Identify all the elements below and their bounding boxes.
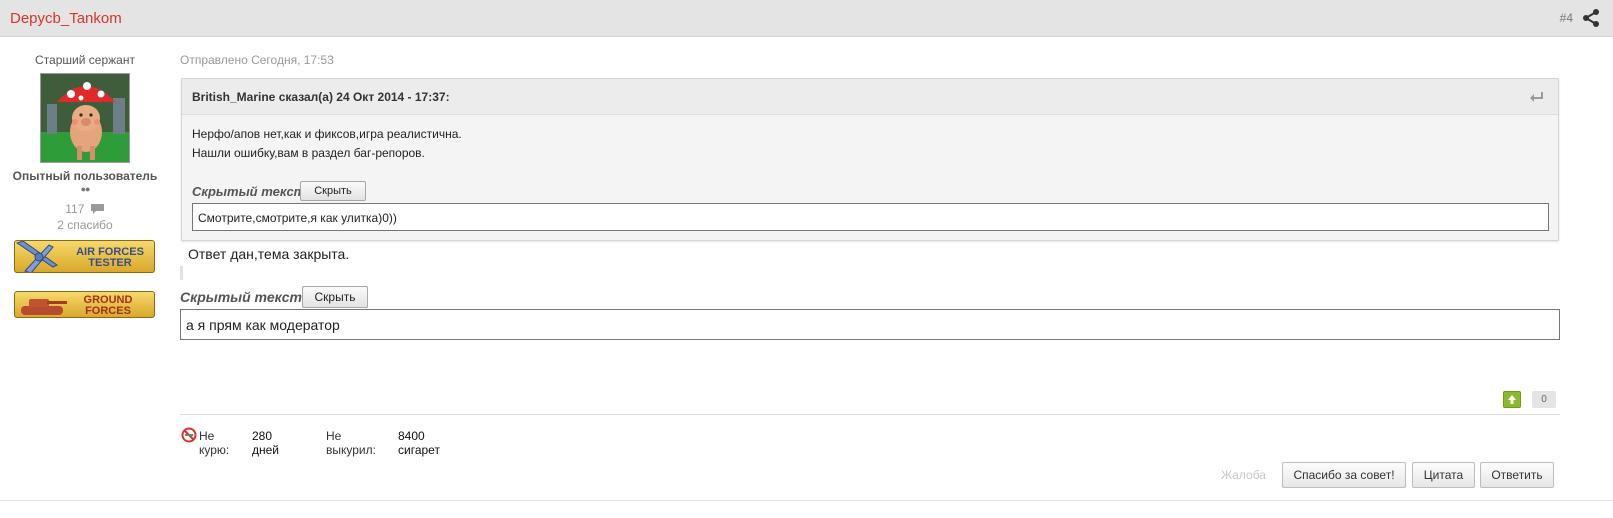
share-icon[interactable] (1581, 8, 1601, 28)
post-header: Depycb_Tankom #4 (0, 0, 1613, 37)
no-smoking-icon (181, 427, 197, 443)
thanks-count: 2 спасибо (57, 218, 113, 232)
reputation-count: 0 (1532, 391, 1556, 408)
separator (180, 266, 183, 280)
quote-block: British_Marine сказал(а) 24 Окт 2014 - 1… (181, 78, 1559, 241)
user-rank: Старший сержант (35, 53, 135, 67)
forum-post: Depycb_Tankom #4 Старший сержант Опытный… (0, 0, 1613, 518)
quote-header: British_Marine сказал(а) 24 Окт 2014 - 1… (182, 79, 1558, 115)
avatar[interactable] (40, 73, 130, 163)
avatar-image (41, 74, 129, 162)
quote-spoiler-hide-button[interactable]: Скрыть (300, 181, 366, 201)
plane-icon (15, 241, 58, 272)
spoiler-hide-button[interactable]: Скрыть (302, 286, 368, 308)
spoiler-title: Скрытый текст (180, 289, 302, 305)
arrow-up-icon (1508, 395, 1516, 404)
quote-line: Нерфо/апов нет,как и фиксов,игра реалист… (192, 127, 462, 141)
posts-count: 117 (0, 202, 170, 216)
comment-icon (90, 204, 104, 214)
air-badge-line2: TESTER (88, 257, 132, 269)
report-link[interactable]: Жалоба (1221, 468, 1266, 482)
signature-value: 8400 сигарет (398, 429, 440, 457)
quote-line: Нашли ошибку,вам в раздел баг-репоров. (192, 146, 425, 160)
author-name-link[interactable]: Depycb_Tankom (10, 10, 122, 27)
quote-spoiler-content: Смотрите,смотрите,я как улитка)0)) (192, 203, 1549, 231)
post-date: Отправлено Сегодня, 17:53 (180, 53, 334, 67)
rank-pips: ●● (80, 184, 91, 194)
signature-value: 280 дней (252, 429, 280, 457)
reputation-up-button[interactable] (1503, 391, 1521, 408)
reply-button[interactable]: Ответить (1480, 462, 1554, 488)
user-group: Опытный пользователь (12, 169, 158, 183)
spoiler-content: а я прям как модератор (180, 309, 1560, 340)
signature-label: Не курю: (199, 429, 230, 457)
ground-badge-line2: FORCES TESTER (85, 305, 131, 318)
signature-label: Не выкурил: (326, 429, 376, 457)
quote-spoiler-title: Скрытый текст (192, 184, 306, 199)
thanks-button[interactable]: Спасибо за совет! (1282, 462, 1406, 488)
posts-count-value: 117 (65, 202, 85, 216)
view-post-icon[interactable] (1528, 91, 1544, 103)
signature-divider (180, 414, 1560, 415)
quote-citation: British_Marine сказал(а) 24 Окт 2014 - 1… (192, 90, 450, 104)
post-number-link[interactable]: #4 (1560, 11, 1573, 25)
post-text: Ответ дан,тема закрыта. (188, 246, 350, 262)
quote-button[interactable]: Цитата (1412, 462, 1475, 488)
post-bottom-border (0, 500, 1613, 501)
ground-forces-tester-badge: GROUND FORCES TESTER (14, 291, 155, 318)
air-forces-tester-badge: AIR FORCES TESTER (14, 240, 155, 273)
